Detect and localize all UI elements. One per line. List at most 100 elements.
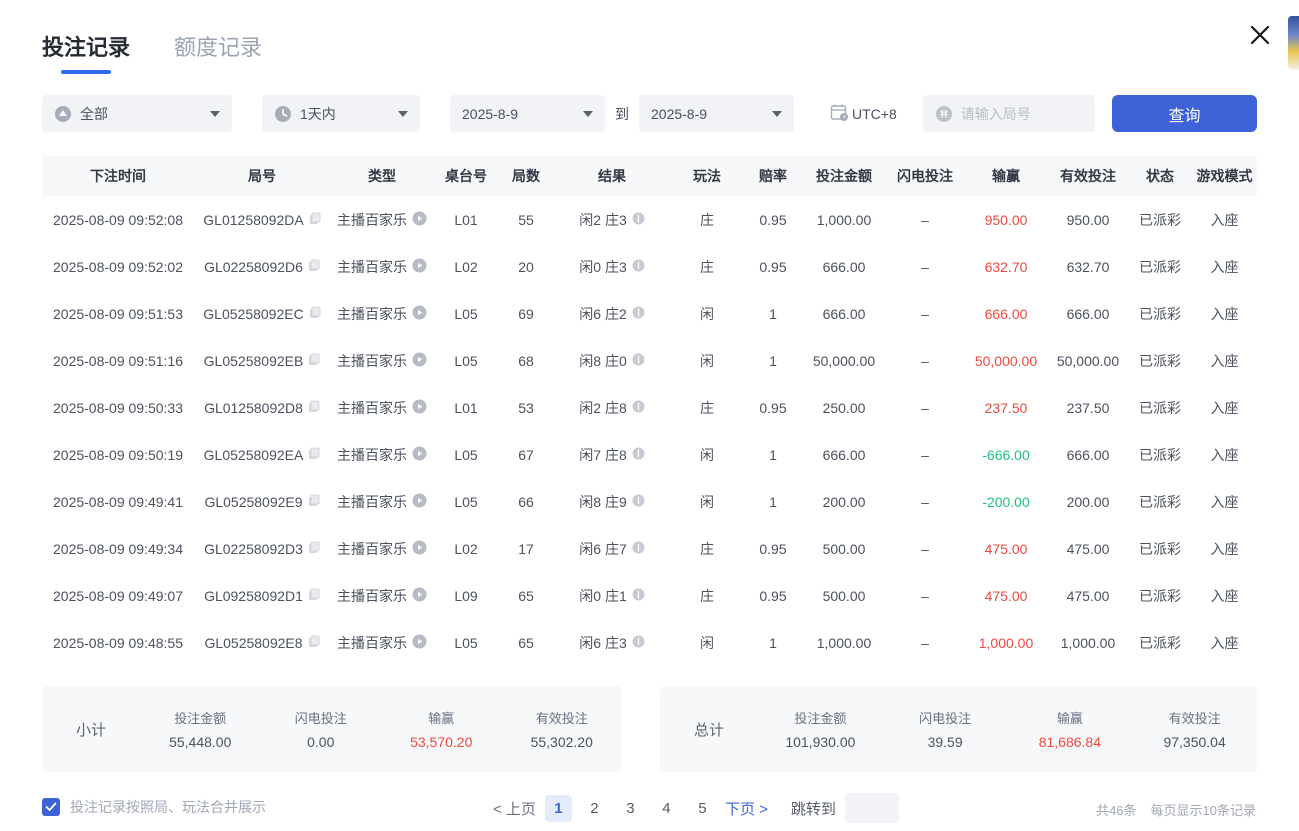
merge-label: 投注记录按照局、玩法合并展示 <box>70 797 266 817</box>
tab[interactable]: 额度记录 <box>174 30 262 74</box>
play-video-icon[interactable] <box>412 634 427 652</box>
info-icon[interactable] <box>632 259 645 275</box>
cell-win-loss: 1,000.00 <box>964 635 1048 651</box>
cell-table-no: L05 <box>434 306 498 322</box>
copy-icon[interactable] <box>308 259 320 275</box>
chevron-down-icon <box>210 111 220 117</box>
summary-item-label: 有效投注 <box>1132 708 1257 727</box>
cell-status: 已派彩 <box>1128 398 1192 418</box>
copy-icon[interactable] <box>308 353 320 369</box>
play-video-icon[interactable] <box>412 211 427 229</box>
cell-status: 已派彩 <box>1128 304 1192 324</box>
cell-bet-amount: 666.00 <box>802 447 886 463</box>
subtotal-block: 小计 投注金额 55,448.00 闪电投注 0.00 输赢 53,570.20… <box>42 686 622 772</box>
tab[interactable]: 投注记录 <box>42 30 130 74</box>
date-to-select[interactable]: 2025-8-9 <box>639 95 794 132</box>
copy-icon[interactable] <box>308 635 320 651</box>
cell-table-no: L05 <box>434 447 498 463</box>
search-button[interactable]: 查询 <box>1112 95 1257 132</box>
timezone-indicator[interactable]: UTC+8 <box>830 103 897 125</box>
summary-item-label: 投注金额 <box>758 708 883 727</box>
page-number[interactable]: 2 <box>581 795 608 822</box>
cell-game-type: 主播百家乐 <box>330 539 434 559</box>
round-id-text: GL05258092EA <box>204 447 304 463</box>
cell-result: 闲2 庄3 <box>554 210 670 230</box>
summary-item-label: 输赢 <box>1008 708 1133 727</box>
merge-checkbox[interactable] <box>42 798 60 816</box>
info-icon[interactable] <box>632 635 645 651</box>
column-header: 局号 <box>194 166 330 186</box>
cell-round-id: GL05258092EC <box>194 306 330 322</box>
next-page-button[interactable]: 下页 > <box>725 798 768 819</box>
play-video-icon[interactable] <box>412 540 427 558</box>
close-icon[interactable] <box>1247 22 1273 48</box>
play-video-icon[interactable] <box>412 305 427 323</box>
copy-icon[interactable] <box>309 306 321 322</box>
round-id-text: GL02258092D3 <box>204 541 303 557</box>
play-video-icon[interactable] <box>412 352 427 370</box>
round-id-text: GL05258092E9 <box>204 494 302 510</box>
page-number[interactable]: 5 <box>689 795 716 822</box>
play-video-icon[interactable] <box>412 399 427 417</box>
copy-icon[interactable] <box>308 400 320 416</box>
column-header: 赔率 <box>744 166 802 186</box>
round-id-text: GL09258092D1 <box>204 588 303 604</box>
cell-bet-time: 2025-08-09 09:52:08 <box>42 212 194 228</box>
cell-game-mode: 入座 <box>1192 586 1257 606</box>
date-from-value: 2025-8-9 <box>462 106 518 122</box>
play-video-icon[interactable] <box>412 446 427 464</box>
round-id-text: GL02258092D6 <box>204 259 303 275</box>
cell-table-no: L05 <box>434 635 498 651</box>
table-row: 2025-08-09 09:50:19 GL05258092EA 主播百家乐 L… <box>42 431 1257 478</box>
column-header: 局数 <box>498 166 554 186</box>
result-text: 闲2 庄3 <box>579 210 626 230</box>
chevron-down-icon <box>398 111 408 117</box>
category-select[interactable]: 全部 <box>42 95 232 132</box>
category-value: 全部 <box>80 104 108 124</box>
page-number[interactable]: 4 <box>653 795 680 822</box>
info-icon[interactable] <box>632 447 645 463</box>
page-number[interactable]: 3 <box>617 795 644 822</box>
info-icon[interactable] <box>632 400 645 416</box>
cell-round-count: 65 <box>498 588 554 604</box>
result-text: 闲0 庄3 <box>579 257 626 277</box>
prev-page-button[interactable]: < 上页 <box>493 798 536 819</box>
column-header: 玩法 <box>670 166 744 186</box>
cell-round-count: 67 <box>498 447 554 463</box>
cell-bet-amount: 200.00 <box>802 494 886 510</box>
result-text: 闲0 庄1 <box>579 586 626 606</box>
cell-game-type: 主播百家乐 <box>330 210 434 230</box>
cell-win-loss: 666.00 <box>964 306 1048 322</box>
cell-flash-bet: – <box>886 353 964 369</box>
cell-status: 已派彩 <box>1128 492 1192 512</box>
cell-result: 闲8 庄9 <box>554 492 670 512</box>
cell-status: 已派彩 <box>1128 539 1192 559</box>
copy-icon[interactable] <box>308 494 320 510</box>
copy-icon[interactable] <box>308 447 320 463</box>
cell-game-type: 主播百家乐 <box>330 633 434 653</box>
date-from-select[interactable]: 2025-8-9 <box>450 95 605 132</box>
info-icon[interactable] <box>632 212 645 228</box>
info-icon[interactable] <box>632 494 645 510</box>
play-video-icon[interactable] <box>412 493 427 511</box>
info-icon[interactable] <box>632 541 645 557</box>
cell-flash-bet: – <box>886 306 964 322</box>
copy-icon[interactable] <box>308 541 320 557</box>
info-icon[interactable] <box>632 353 645 369</box>
info-icon[interactable] <box>632 588 645 604</box>
copy-icon[interactable] <box>308 588 320 604</box>
page-number[interactable]: 1 <box>545 795 572 822</box>
round-search-input[interactable] <box>961 106 1081 122</box>
cell-result: 闲8 庄0 <box>554 351 670 371</box>
play-video-icon[interactable] <box>412 587 427 605</box>
calendar-clock-icon <box>830 103 849 125</box>
play-video-icon[interactable] <box>412 258 427 276</box>
game-type-text: 主播百家乐 <box>337 492 407 512</box>
cell-bet-time: 2025-08-09 09:48:55 <box>42 635 194 651</box>
info-icon[interactable] <box>632 306 645 322</box>
cell-status: 已派彩 <box>1128 633 1192 653</box>
time-range-select[interactable]: 1天内 <box>262 95 420 132</box>
jump-page-input[interactable] <box>845 793 899 823</box>
copy-icon[interactable] <box>309 212 321 228</box>
round-search-field[interactable] <box>923 95 1095 132</box>
